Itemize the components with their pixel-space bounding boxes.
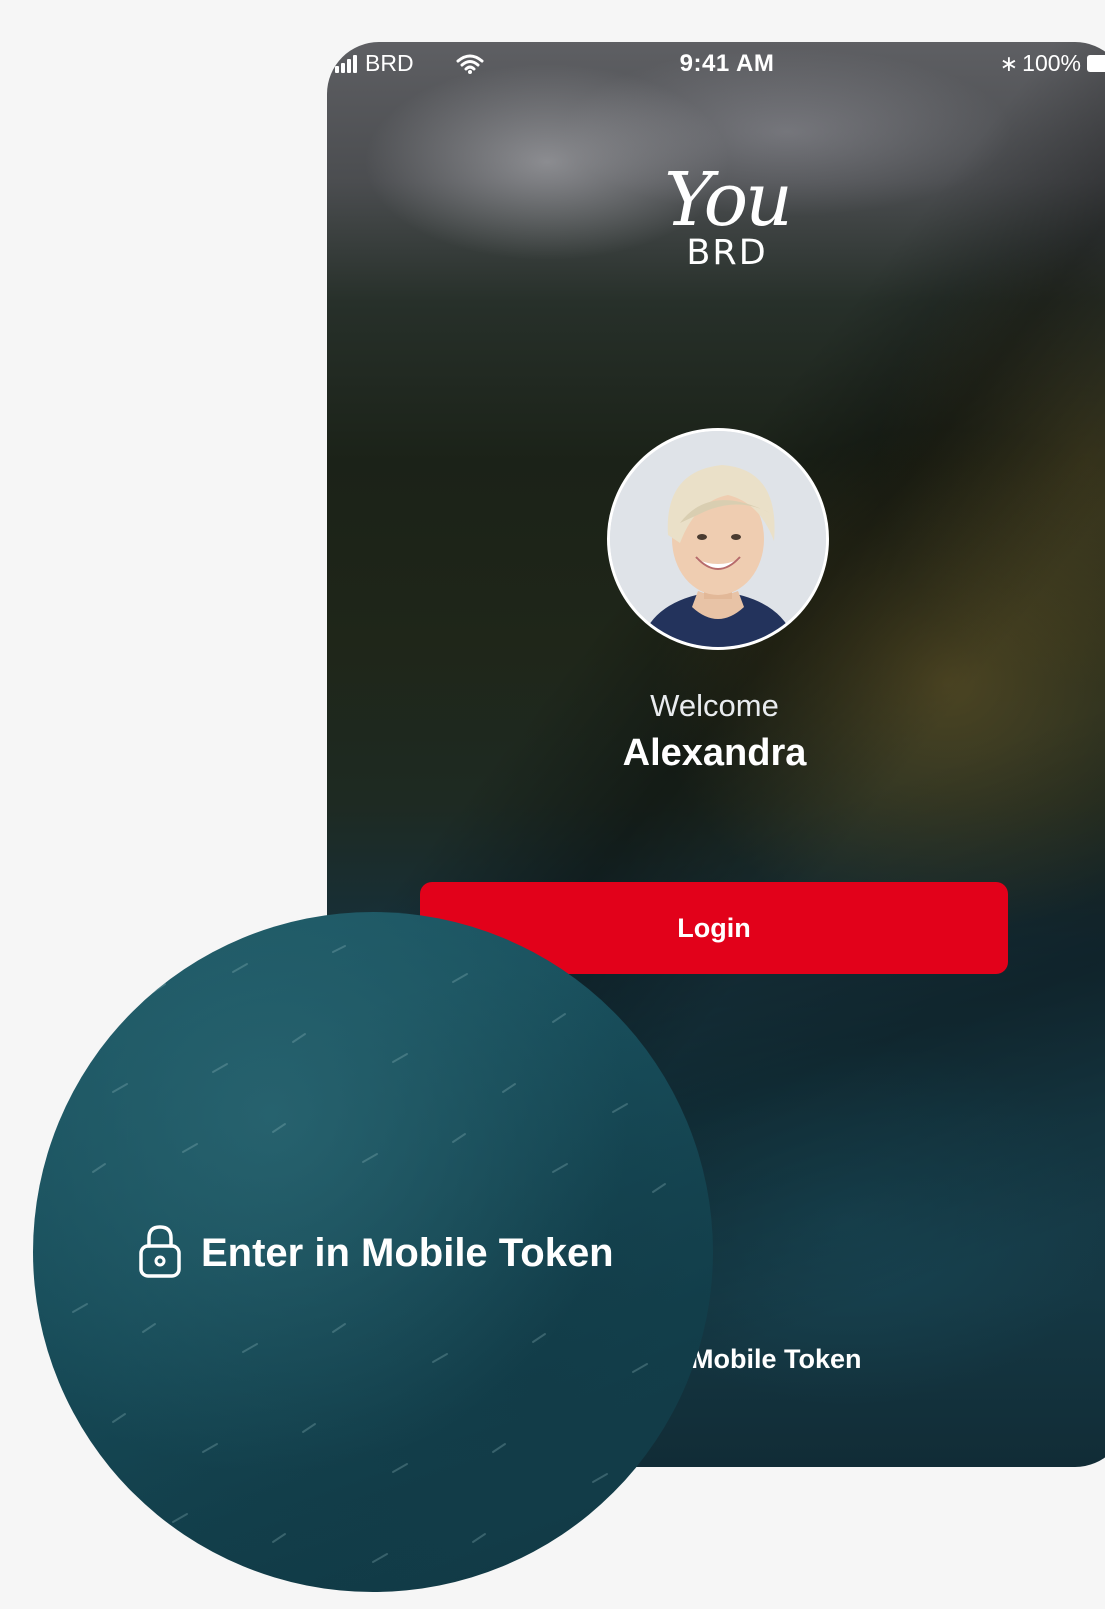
battery-percent: 100% — [1022, 50, 1081, 76]
status-right: ∗ 100% — [1000, 50, 1105, 77]
zoom-lens: Enter in Mobile Token — [33, 912, 713, 1592]
logo-you: You — [664, 157, 793, 243]
status-bar: BRD 9:41 AM ∗ 100% — [327, 42, 1105, 86]
brand-logo: You BRD — [327, 160, 1105, 272]
bluetooth-icon: ∗ — [999, 50, 1019, 76]
mobile-token-button[interactable]: Enter in Mobile Token — [137, 1224, 614, 1283]
user-name: Alexandra — [622, 732, 807, 774]
battery-icon — [1087, 55, 1105, 72]
lock-icon — [137, 1224, 183, 1283]
avatar — [607, 428, 829, 650]
status-time: 9:41 AM — [679, 50, 775, 77]
logo-brd: BRD — [686, 233, 768, 273]
welcome-text: Welcome — [650, 688, 779, 723]
mobile-token-label: Enter in Mobile Token — [201, 1231, 614, 1275]
